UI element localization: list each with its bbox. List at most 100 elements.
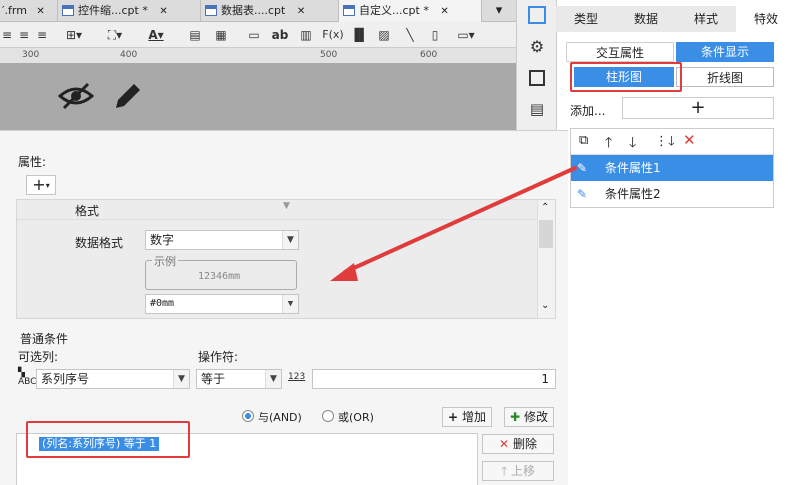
example-box: 示例 12346mm <box>145 253 297 290</box>
arrow-up-icon: 🡑 <box>500 464 508 478</box>
subtab-condition-display[interactable]: 条件显示 <box>676 42 774 62</box>
form-edit-icon[interactable]: ▤ <box>528 100 546 118</box>
align-right-icon[interactable]: ≡ <box>34 25 50 45</box>
normal-condition-label: 普通条件 <box>20 332 69 346</box>
textfield-icon[interactable]: ▭ <box>244 25 264 45</box>
collapse-icon[interactable]: ▼ <box>283 201 290 211</box>
column-select[interactable]: 系列序号 ▼ <box>36 369 190 389</box>
file-tab-widget-cpt[interactable]: 控件缩...cpt * ✕ <box>58 0 201 22</box>
close-icon[interactable]: ✕ <box>159 6 167 17</box>
tab-effects[interactable]: 特效 <box>736 6 796 32</box>
pencil-icon: ✎ <box>577 187 588 201</box>
value-type-icon[interactable]: 123 <box>288 372 305 382</box>
tab-data[interactable]: 数据 <box>616 6 676 32</box>
merge-icon[interactable]: ▤ <box>186 25 204 45</box>
ruler: 300 400 500 600 <box>0 48 516 64</box>
arrow-up-icon[interactable]: 🡑 <box>605 132 612 156</box>
side-tool-strip: ⚙ ▤ <box>516 0 556 130</box>
font-color-icon[interactable]: A▾ <box>140 25 172 45</box>
add-label: 增加 <box>461 410 486 424</box>
condition-list-item[interactable]: ✎ 条件属性1 <box>571 155 773 181</box>
file-tab-datatable-cpt[interactable]: 数据表....cpt ✕ <box>201 0 339 22</box>
chart-type-line[interactable]: 折线图 <box>676 67 774 87</box>
pattern-select[interactable]: #0mm ▼ <box>145 294 299 314</box>
file-tab-label: 数据表....cpt <box>221 4 286 17</box>
attribute-panel: 格式 ▼ 数据格式 数字 ▼ 示例 12346mm #0mm ▼ ⌃ ⌄ <box>16 199 556 319</box>
data-format-select[interactable]: 数字 ▼ <box>145 230 299 250</box>
file-tab-frm[interactable]: ′.frm ✕ <box>0 0 58 22</box>
condition-list-item[interactable]: ✎ 条件属性2 <box>571 181 773 207</box>
highlight-box <box>26 421 190 458</box>
right-panel-tabs: 类型 数据 样式 特效 <box>556 6 796 32</box>
tab-type[interactable]: 类型 <box>556 6 616 32</box>
close-icon[interactable]: ✕ <box>297 6 305 17</box>
chevron-down-icon: ▼ <box>173 370 189 388</box>
pencil-edit-icon[interactable] <box>112 80 142 112</box>
close-icon[interactable]: ✕ <box>36 6 44 17</box>
subtab-interaction[interactable]: 交互属性 <box>566 42 674 62</box>
modify-condition-button[interactable]: ✚ 修改 <box>504 407 554 427</box>
delete-condition-button[interactable]: ✕ 删除 <box>482 434 554 454</box>
settings-grid-icon[interactable]: ⚙ <box>528 38 546 56</box>
fill-color-icon[interactable]: ⛶▾ <box>100 25 130 45</box>
widget-frame-icon[interactable] <box>529 70 545 86</box>
grid-icon[interactable]: ▦ <box>212 25 230 45</box>
move-up-button[interactable]: 🡑 上移 <box>482 461 554 481</box>
report-file-icon <box>343 5 355 16</box>
sort-icon[interactable]: ⋮🡓 <box>655 132 675 154</box>
file-tab-label: ′.frm <box>2 4 27 17</box>
tab-style[interactable]: 样式 <box>676 6 736 32</box>
condition-list-toolbar: ⧉ 🡑 🡓 ⋮🡓 ✕ <box>571 129 773 155</box>
slash-icon[interactable]: ╲ <box>400 25 420 45</box>
number-icon[interactable]: ▥ <box>296 25 316 45</box>
chart-icon[interactable]: ▐▌ <box>350 25 368 45</box>
column-value: 系列序号 <box>41 372 90 386</box>
close-icon[interactable]: ✕ <box>440 6 448 17</box>
example-value: 12346mm <box>198 271 241 282</box>
data-format-value: 数字 <box>150 233 175 247</box>
move-up-label: 上移 <box>511 464 536 478</box>
value-input[interactable]: 1 <box>312 369 556 389</box>
ruler-mark: 500 <box>320 50 338 60</box>
scroll-thumb[interactable] <box>539 220 553 248</box>
image-icon[interactable]: ▨ <box>374 25 394 45</box>
chevron-down-icon[interactable]: ⌄ <box>541 300 549 311</box>
add-attribute-button[interactable]: +▾ <box>26 175 56 195</box>
and-radio[interactable] <box>242 410 254 422</box>
highlight-box <box>570 62 682 92</box>
arrow-down-icon[interactable]: 🡓 <box>629 132 636 156</box>
text-icon[interactable]: ab <box>270 25 290 45</box>
operator-select[interactable]: 等于 ▼ <box>196 369 282 389</box>
file-tab-custom-cpt[interactable]: 自定义...cpt * ✕ <box>339 0 482 22</box>
file-tabs-bar: ′.frm ✕ 控件缩...cpt * ✕ 数据表....cpt ✕ 自定义..… <box>0 0 516 22</box>
ruler-mark: 400 <box>120 50 138 60</box>
format-label: 格式 <box>75 204 100 218</box>
attribute-scrollbar[interactable]: ⌃ ⌄ <box>537 200 555 318</box>
ruler-mark: 300 <box>22 50 40 60</box>
formula-icon[interactable]: F(x) <box>322 25 344 45</box>
align-left-icon[interactable]: ≡ <box>16 25 32 45</box>
eye-hidden-icon[interactable] <box>58 82 94 110</box>
chevron-up-icon[interactable]: ⌃ <box>541 202 549 213</box>
cell-attribute-icon[interactable] <box>528 6 546 24</box>
add-condition-button[interactable]: + 增加 <box>442 407 492 427</box>
report-file-icon <box>62 5 74 16</box>
sub-report-icon[interactable]: ▯ <box>426 25 444 45</box>
delete-x-icon[interactable]: ✕ <box>683 131 696 149</box>
ruler-mark: 600 <box>420 50 438 60</box>
border-icon[interactable]: ⊞▾ <box>60 25 88 45</box>
tab-overflow-icon[interactable]: ▾ <box>482 0 516 22</box>
align-center-icon[interactable]: ≡ <box>0 25 14 45</box>
column-type-icon: ▚ ABC <box>18 368 37 387</box>
modify-icon: ✚ <box>510 410 521 424</box>
format-toolbar: ≡ ≡ ≡ ⊞▾ ⛶▾ A▾ ▤ ▦ ▭ ab ▥ F(x) ▐▌ ▨ ╲ ▯ … <box>0 22 516 48</box>
condition-item-label: 条件属性1 <box>605 161 661 175</box>
condition-item-label: 条件属性2 <box>605 187 661 201</box>
file-tab-label: 自定义...cpt * <box>359 4 429 17</box>
add-condition-button[interactable]: + <box>622 97 774 119</box>
widget-icon[interactable]: ▭▾ <box>452 25 480 45</box>
attributes-label: 属性: <box>18 155 47 169</box>
copy-icon[interactable]: ⧉ <box>579 133 588 148</box>
or-radio[interactable] <box>322 410 334 422</box>
operator-value: 等于 <box>201 372 226 386</box>
